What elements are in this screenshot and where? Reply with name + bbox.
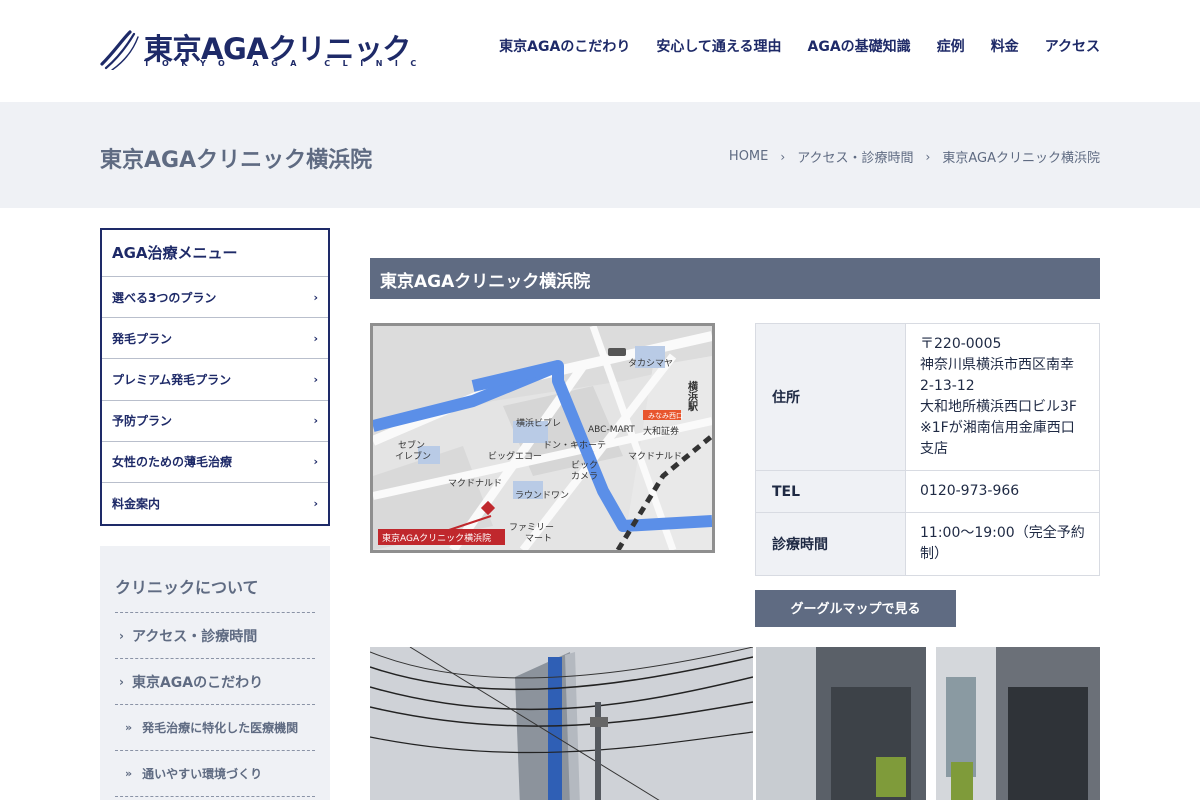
nav-reasons[interactable]: 安心して通える理由 xyxy=(656,36,781,56)
breadcrumb-access[interactable]: アクセス・診療時間 xyxy=(797,147,913,166)
building-photo-image xyxy=(370,647,753,800)
access-map: タカシマヤ 横浜駅 みなみ西口 横浜ビブレ ABC-MART 大和証券 ドン・キ… xyxy=(370,323,715,553)
google-map-button[interactable]: グーグルマップで見る xyxy=(755,590,956,627)
address-value: 〒220-0005 神奈川県横浜市西区南幸 2-13-12 大和地所横浜西口ビル… xyxy=(905,323,1100,471)
map-label-takashimaya: タカシマヤ xyxy=(628,358,673,369)
chevron-right-icon: › xyxy=(313,372,318,386)
nav-kodawari[interactable]: 東京AGAのこだわり xyxy=(499,36,630,56)
global-nav: 東京AGAのこだわり 安心して通える理由 AGAの基礎知識 症例 料金 アクセス xyxy=(499,36,1100,56)
nav-basics[interactable]: AGAの基礎知識 xyxy=(808,36,911,56)
about-item-access[interactable]: › アクセス・診療時間 xyxy=(115,613,315,659)
chevron-right-icon: › xyxy=(313,497,318,511)
clinic-info-table: 住所 〒220-0005 神奈川県横浜市西区南幸 2-13-12 大和地所横浜西… xyxy=(755,323,1100,576)
menu-item-label: 料金案内 xyxy=(112,497,161,512)
entrance-photo-image xyxy=(756,647,1100,800)
menu-item-label: 女性のための薄毛治療 xyxy=(112,455,233,470)
chevron-right-icon: › xyxy=(119,674,124,689)
nav-access[interactable]: アクセス xyxy=(1045,36,1100,56)
chevron-right-icon: › xyxy=(313,290,318,304)
map-label-seven-2: イレブン xyxy=(395,450,431,462)
info-row-hours: 診療時間 11:00〜19:00（完全予約制） xyxy=(755,512,1100,576)
menu-item-premium[interactable]: プレミアム発毛プラン › xyxy=(102,359,328,401)
hours-label: 診療時間 xyxy=(755,512,906,576)
address-label: 住所 xyxy=(755,323,906,471)
map-label-bic-2: カメラ xyxy=(571,471,598,482)
site-header: 東京AGAクリニック TOKYO AGA CLINIC 東京AGAのこだわり 安… xyxy=(0,0,1200,102)
map-label-familymart-1: ファミリー xyxy=(509,523,554,533)
nav-cases[interactable]: 症例 xyxy=(937,36,965,56)
chevron-right-icon: › xyxy=(313,455,318,469)
menu-item-women[interactable]: 女性のための薄毛治療 › xyxy=(102,442,328,483)
about-subitem-specialized[interactable]: » 発毛治療に特化した医療機関 xyxy=(115,705,315,751)
menu-item-label: 選べる3つのプラン xyxy=(112,290,217,305)
about-subitem-environment[interactable]: » 通いやすい環境づくり xyxy=(115,751,315,797)
about-subitem-label: 通いやすい環境づくり xyxy=(142,767,263,781)
title-band: 東京AGAクリニック横浜院 HOME › アクセス・診療時間 › 東京AGAクリ… xyxy=(0,102,1200,208)
map-label-round1: ラウンドワン xyxy=(515,490,569,501)
section-heading: 東京AGAクリニック横浜院 xyxy=(370,258,1100,299)
tel-value[interactable]: 0120-973-966 xyxy=(905,470,1100,513)
menu-item-pricing[interactable]: 料金案内 › xyxy=(102,483,328,524)
map-label-donki: ドン・キホーテ xyxy=(543,440,606,451)
building-photo xyxy=(370,647,753,800)
about-clinic-panel: クリニックについて › アクセス・診療時間 › 東京AGAのこだわり » 発毛治療に特… xyxy=(100,546,330,800)
breadcrumb-home[interactable]: HOME xyxy=(729,149,768,164)
menu-item-three-plans[interactable]: 選べる3つのプラン › xyxy=(102,277,328,319)
entrance-photo xyxy=(756,647,1100,800)
about-item-label: アクセス・診療時間 xyxy=(131,628,258,645)
double-chevron-right-icon: » xyxy=(125,767,133,780)
treatment-menu-title: AGA治療メニュー xyxy=(102,230,328,277)
map-label-mcd-2: マクドナルド xyxy=(448,478,502,489)
address-line: 2-13-12 xyxy=(920,378,975,394)
map-label-yamato: 大和証券 xyxy=(643,425,679,437)
map-label-familymart-2: マート xyxy=(525,534,552,544)
map-label-vivre: 横浜ビブレ xyxy=(516,417,561,429)
menu-item-label: 予防プラン xyxy=(112,414,173,429)
logo-swoosh-icon xyxy=(100,30,139,70)
site-logo[interactable]: 東京AGAクリニック TOKYO AGA CLINIC xyxy=(100,26,416,72)
menu-item-label: 発毛プラン xyxy=(112,331,173,346)
about-subitem-label: 発毛治療に特化した医療機関 xyxy=(142,721,299,735)
info-row-tel: TEL 0120-973-966 xyxy=(755,470,1100,513)
map-label-mcd-1: マクドナルド xyxy=(628,451,682,462)
breadcrumb: HOME › アクセス・診療時間 › 東京AGAクリニック横浜院 xyxy=(729,147,1100,166)
chevron-right-icon: › xyxy=(313,414,318,428)
breadcrumb-current: 東京AGAクリニック横浜院 xyxy=(942,151,1100,166)
menu-item-hair-growth[interactable]: 発毛プラン › xyxy=(102,318,328,360)
menu-item-prevention[interactable]: 予防プラン › xyxy=(102,401,328,442)
chevron-right-icon: › xyxy=(780,149,786,164)
about-clinic-title: クリニックについて xyxy=(115,546,315,613)
double-chevron-right-icon: » xyxy=(125,721,133,734)
access-map-image: タカシマヤ 横浜駅 みなみ西口 横浜ビブレ ABC-MART 大和証券 ドン・キ… xyxy=(373,326,712,550)
menu-item-label: プレミアム発毛プラン xyxy=(112,372,232,387)
logo-subtext: TOKYO AGA CLINIC xyxy=(144,59,429,68)
treatment-menu: AGA治療メニュー 選べる3つのプラン › 発毛プラン › プレミアム発毛プラン › … xyxy=(100,228,330,526)
chevron-right-icon: › xyxy=(313,331,318,345)
map-label-abc-mart: ABC-MART xyxy=(588,425,635,435)
map-label-minami-west: みなみ西口 xyxy=(648,412,683,420)
map-label-bic-1: ビック xyxy=(571,460,598,471)
map-label-big-echo: ビッグエコー xyxy=(488,450,542,462)
address-line: 神奈川県横浜市西区南幸 xyxy=(920,357,1074,373)
about-item-kodawari[interactable]: › 東京AGAのこだわり xyxy=(115,659,315,705)
chevron-right-icon: › xyxy=(925,149,931,164)
address-line: 支店 xyxy=(920,441,948,457)
address-line: 大和地所横浜西口ビル3F xyxy=(920,399,1077,415)
hours-value: 11:00〜19:00（完全予約制） xyxy=(905,512,1100,576)
map-label-clinic: 東京AGAクリニック横浜院 xyxy=(382,532,491,544)
chevron-right-icon: › xyxy=(119,628,124,643)
tel-label: TEL xyxy=(755,470,906,513)
info-row-address: 住所 〒220-0005 神奈川県横浜市西区南幸 2-13-12 大和地所横浜西… xyxy=(755,323,1100,471)
map-label-seven-1: セブン xyxy=(398,439,425,451)
nav-price[interactable]: 料金 xyxy=(991,36,1019,56)
address-line: 〒220-0005 xyxy=(920,336,1002,352)
address-line: ※1Fが湘南信用金庫西口 xyxy=(920,420,1075,436)
page-title: 東京AGAクリニック横浜院 xyxy=(100,148,373,173)
about-item-label: 東京AGAのこだわり xyxy=(131,674,264,691)
